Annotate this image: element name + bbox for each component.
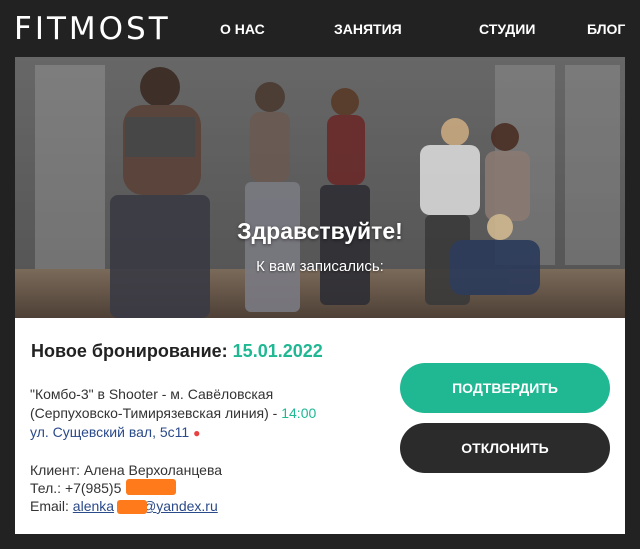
metro-line: (Серпуховско-Тимирязевская линия) - — [30, 405, 282, 421]
nav-item-classes[interactable]: ЗАНЯТИЯ — [334, 21, 402, 37]
booking-date: 15.01.2022 — [232, 341, 323, 361]
client-row: Клиент: Алена Верхоланцева — [30, 461, 222, 479]
class-info: "Комбо-3" в Shooter - м. Савёловская (Се… — [30, 385, 350, 443]
phone-number: +7(985)5 — [64, 480, 122, 496]
nav-item-studios[interactable]: СТУДИИ — [479, 21, 535, 37]
hero-subtitle: К вам записались: — [256, 258, 384, 275]
address-link[interactable]: ул. Сущевский вал, 5с11 — [30, 424, 189, 440]
decline-button[interactable]: ОТКЛОНИТЬ — [400, 423, 610, 473]
class-line: (Серпуховско-Тимирязевская линия) - 14:0… — [30, 404, 350, 423]
hero-banner: Здравствуйте! К вам записались: — [15, 57, 625, 318]
nav-item-about[interactable]: О НАС — [220, 21, 265, 37]
class-time: 14:00 — [281, 405, 317, 421]
email-label: Email: — [30, 498, 69, 514]
confirm-button[interactable]: ПОДТВЕРДИТЬ — [400, 363, 610, 413]
phone-label: Тел.: — [30, 480, 62, 496]
email-start: alenka — [72, 498, 115, 514]
booking-card: Новое бронирование: 15.01.2022 "Комбо-3"… — [15, 318, 625, 534]
map-pin-icon[interactable]: ● — [193, 426, 200, 440]
client-label: Клиент: — [30, 462, 80, 478]
booking-title-label: Новое бронирование: — [31, 341, 228, 361]
email-redaction — [117, 500, 147, 514]
address-row: ул. Сущевский вал, 5с11 ● — [30, 423, 350, 443]
nav-item-blog[interactable]: БЛОГ — [587, 21, 625, 37]
fitmost-logo[interactable]: FITMOST — [14, 11, 171, 47]
hero-photo — [15, 57, 625, 318]
phone-redaction — [126, 479, 176, 495]
booking-title: Новое бронирование: 15.01.2022 — [31, 340, 323, 362]
header: FITMOST О НАС ЗАНЯТИЯ СТУДИИ БЛОГ — [0, 0, 640, 57]
client-name: Алена Верхоланцева — [83, 462, 223, 478]
email-end: @yandex.ru — [142, 498, 218, 514]
hero-title: Здравствуйте! — [237, 218, 403, 244]
class-name: "Комбо-3" в Shooter - м. Савёловская — [30, 386, 274, 402]
